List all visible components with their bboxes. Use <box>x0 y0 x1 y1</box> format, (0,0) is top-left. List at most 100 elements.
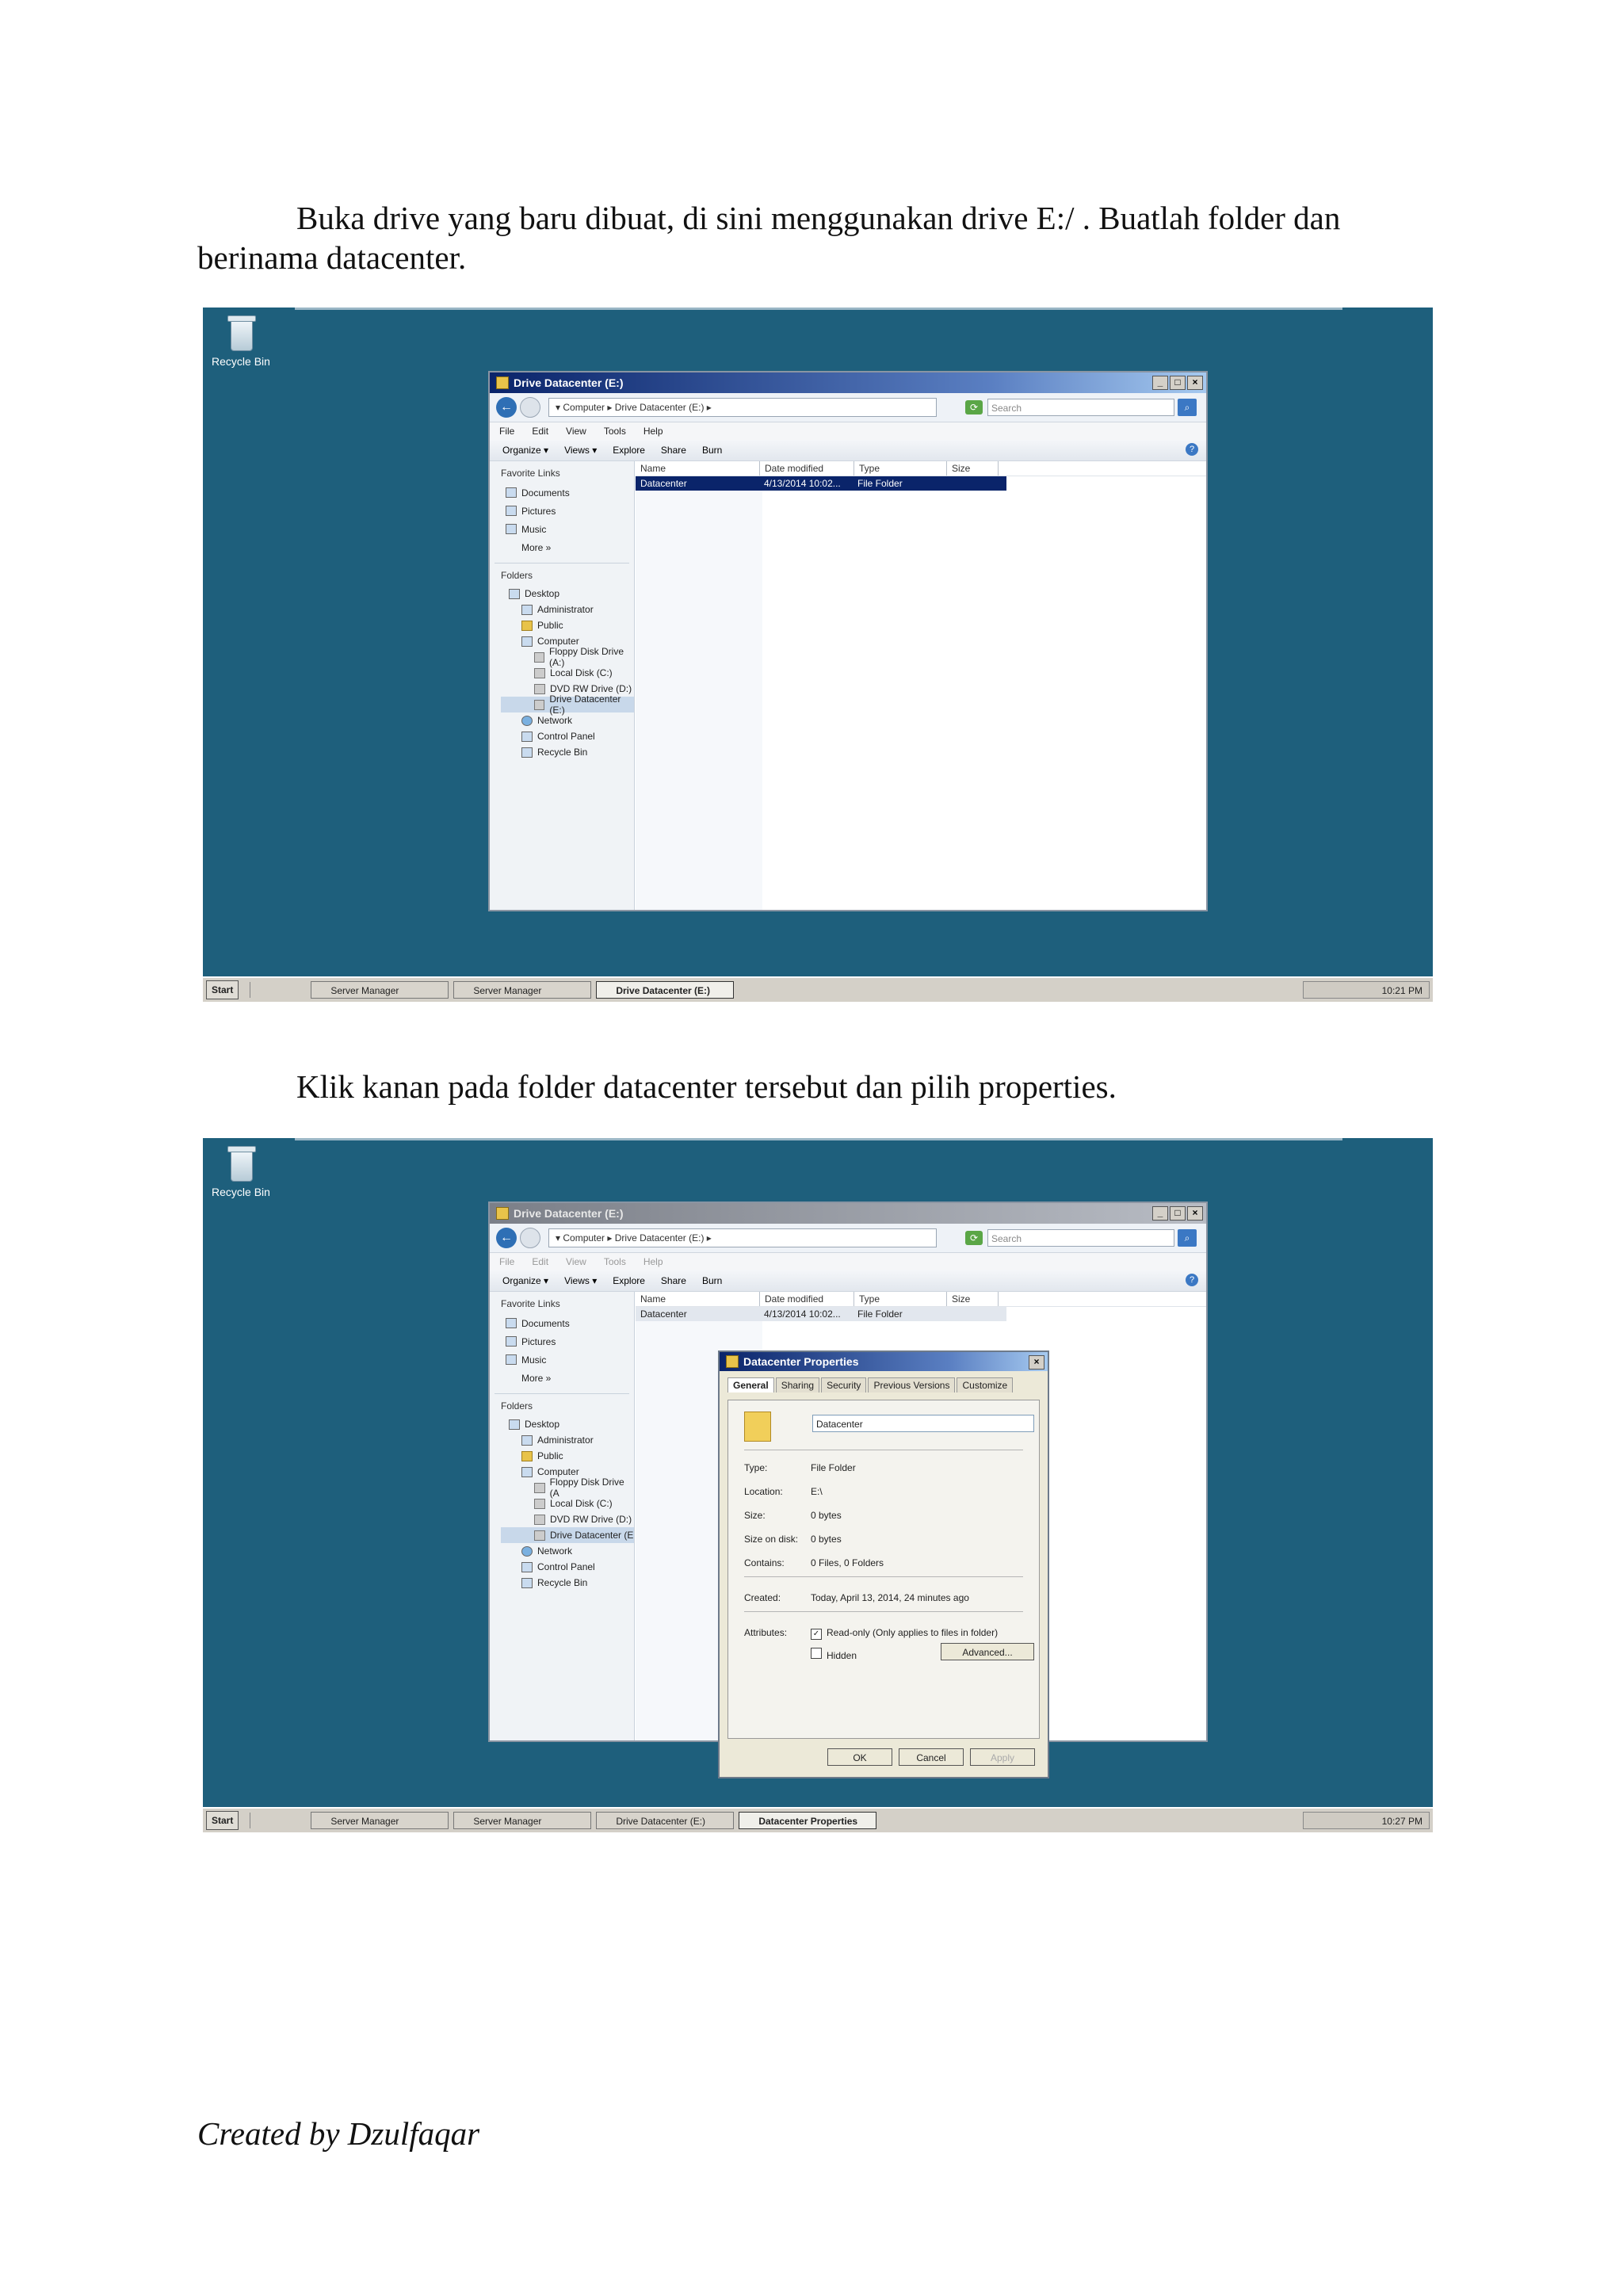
address-bar[interactable]: ▾ Computer ▸ Drive Datacenter (E:) ▸ <box>548 1228 937 1247</box>
col-size[interactable]: Size <box>947 1292 999 1306</box>
advanced-button[interactable]: Advanced... <box>941 1643 1034 1660</box>
explore-button[interactable]: Explore <box>613 1275 645 1286</box>
quick-launch[interactable] <box>250 982 306 998</box>
burn-button[interactable]: Burn <box>702 1275 722 1286</box>
tree-administrator[interactable]: Administrator <box>501 1432 634 1448</box>
refresh-button[interactable]: ⟳ <box>965 400 983 415</box>
tree-desktop[interactable]: Desktop <box>501 1416 634 1432</box>
tree-floppy[interactable]: Floppy Disk Drive (A:) <box>501 646 634 668</box>
apply-button[interactable]: Apply <box>970 1748 1035 1766</box>
tree-drive-datacenter[interactable]: Drive Datacenter (E:) <box>501 693 634 716</box>
close-button[interactable]: × <box>1029 1355 1044 1370</box>
taskbar-server-manager-2[interactable]: Server Manager <box>453 1812 592 1829</box>
close-button[interactable]: × <box>1187 376 1203 390</box>
close-button[interactable]: × <box>1187 1206 1203 1221</box>
taskbar-drive-datacenter[interactable]: Drive Datacenter (E:) <box>596 1812 735 1829</box>
menu-tools[interactable]: Tools <box>604 1256 626 1267</box>
taskbar-server-manager-2[interactable]: Server Manager <box>453 981 592 999</box>
menu-edit[interactable]: Edit <box>532 1256 548 1267</box>
start-button[interactable]: Start <box>206 980 239 999</box>
search-input[interactable]: Search <box>987 399 1174 416</box>
search-input[interactable]: Search <box>987 1229 1174 1247</box>
tree-desktop[interactable]: Desktop <box>501 586 634 602</box>
tree-recycle-bin[interactable]: Recycle Bin <box>501 744 634 760</box>
minimize-button[interactable]: _ <box>1152 1206 1168 1221</box>
tree-floppy[interactable]: Floppy Disk Drive (A <box>501 1477 634 1499</box>
folders-title[interactable]: Folders <box>501 570 634 581</box>
help-icon[interactable]: ? <box>1186 1274 1198 1286</box>
back-button[interactable]: ← <box>496 1228 517 1248</box>
menu-view[interactable]: View <box>566 426 586 437</box>
col-name[interactable]: Name <box>636 461 760 476</box>
system-tray-clock[interactable]: 10:27 PM <box>1303 1812 1430 1829</box>
fav-pictures[interactable]: Pictures <box>501 502 634 520</box>
forward-button[interactable] <box>520 397 540 418</box>
views-button[interactable]: Views ▾ <box>564 1275 597 1286</box>
properties-titlebar[interactable]: Datacenter Properties × <box>720 1352 1048 1371</box>
col-date[interactable]: Date modified <box>760 461 854 476</box>
desktop-recycle-bin[interactable]: Recycle Bin <box>209 1143 273 1198</box>
taskbar-server-manager-1[interactable]: Server Manager <box>311 981 449 999</box>
share-button[interactable]: Share <box>661 1275 686 1286</box>
tab-security[interactable]: Security <box>821 1377 867 1392</box>
tab-sharing[interactable]: Sharing <box>775 1377 820 1392</box>
search-icon[interactable]: ⌕ <box>1178 399 1197 416</box>
maximize-button[interactable]: □ <box>1170 376 1186 390</box>
ok-button[interactable]: OK <box>827 1748 892 1766</box>
refresh-button[interactable]: ⟳ <box>965 1231 983 1245</box>
col-size[interactable]: Size <box>947 461 999 476</box>
menu-tools[interactable]: Tools <box>604 426 626 437</box>
maximize-button[interactable]: □ <box>1170 1206 1186 1221</box>
tab-general[interactable]: General <box>727 1377 774 1392</box>
fav-documents[interactable]: Documents <box>501 1314 634 1332</box>
explorer-titlebar[interactable]: Drive Datacenter (E:) _ □ × <box>490 372 1206 393</box>
forward-button[interactable] <box>520 1228 540 1248</box>
tree-recycle-bin[interactable]: Recycle Bin <box>501 1575 634 1591</box>
desktop-recycle-bin[interactable]: Recycle Bin <box>209 312 273 368</box>
tree-control-panel[interactable]: Control Panel <box>501 728 634 744</box>
quick-launch[interactable] <box>250 1813 306 1828</box>
minimize-button[interactable]: _ <box>1152 376 1168 390</box>
menu-edit[interactable]: Edit <box>532 426 548 437</box>
system-tray-clock[interactable]: 10:21 PM <box>1303 981 1430 999</box>
col-name[interactable]: Name <box>636 1292 760 1306</box>
tree-public[interactable]: Public <box>501 617 634 633</box>
col-type[interactable]: Type <box>854 461 947 476</box>
explorer-titlebar[interactable]: Drive Datacenter (E:) _ □ × <box>490 1203 1206 1224</box>
col-date[interactable]: Date modified <box>760 1292 854 1306</box>
fav-more[interactable]: More » <box>501 538 634 556</box>
address-bar[interactable]: ▾ Computer ▸ Drive Datacenter (E:) ▸ <box>548 398 937 417</box>
col-type[interactable]: Type <box>854 1292 947 1306</box>
views-button[interactable]: Views ▾ <box>564 445 597 456</box>
menu-file[interactable]: File <box>499 426 514 437</box>
cancel-button[interactable]: Cancel <box>899 1748 964 1766</box>
taskbar-server-manager-1[interactable]: Server Manager <box>311 1812 449 1829</box>
organize-button[interactable]: Organize ▾ <box>502 445 548 456</box>
file-row-datacenter[interactable]: Datacenter 4/13/2014 10:02... File Folde… <box>636 1307 1006 1321</box>
help-icon[interactable]: ? <box>1186 443 1198 456</box>
start-button[interactable]: Start <box>206 1811 239 1830</box>
fav-more[interactable]: More » <box>501 1369 634 1387</box>
file-row-datacenter[interactable]: Datacenter 4/13/2014 10:02... File Folde… <box>636 476 1006 491</box>
tree-administrator[interactable]: Administrator <box>501 602 634 617</box>
fav-pictures[interactable]: Pictures <box>501 1332 634 1350</box>
tree-drive-datacenter[interactable]: Drive Datacenter (E <box>501 1527 634 1543</box>
folder-name-input[interactable]: Datacenter <box>812 1415 1034 1432</box>
burn-button[interactable]: Burn <box>702 445 722 456</box>
taskbar-drive-datacenter[interactable]: Drive Datacenter (E:) <box>596 981 735 999</box>
tab-previous-versions[interactable]: Previous Versions <box>868 1377 956 1392</box>
menu-help[interactable]: Help <box>643 1256 663 1267</box>
tree-public[interactable]: Public <box>501 1448 634 1464</box>
readonly-checkbox[interactable]: ✓ Read-only (Only applies to files in fol… <box>811 1627 998 1640</box>
back-button[interactable]: ← <box>496 397 517 418</box>
tree-network[interactable]: Network <box>501 1543 634 1559</box>
organize-button[interactable]: Organize ▾ <box>502 1275 548 1286</box>
fav-documents[interactable]: Documents <box>501 483 634 502</box>
fav-music[interactable]: Music <box>501 520 634 538</box>
explore-button[interactable]: Explore <box>613 445 645 456</box>
taskbar-datacenter-properties[interactable]: Datacenter Properties <box>739 1812 877 1829</box>
tab-customize[interactable]: Customize <box>957 1377 1014 1392</box>
menu-file[interactable]: File <box>499 1256 514 1267</box>
search-icon[interactable]: ⌕ <box>1178 1229 1197 1247</box>
tree-dvd[interactable]: DVD RW Drive (D:) <box>501 1511 634 1527</box>
